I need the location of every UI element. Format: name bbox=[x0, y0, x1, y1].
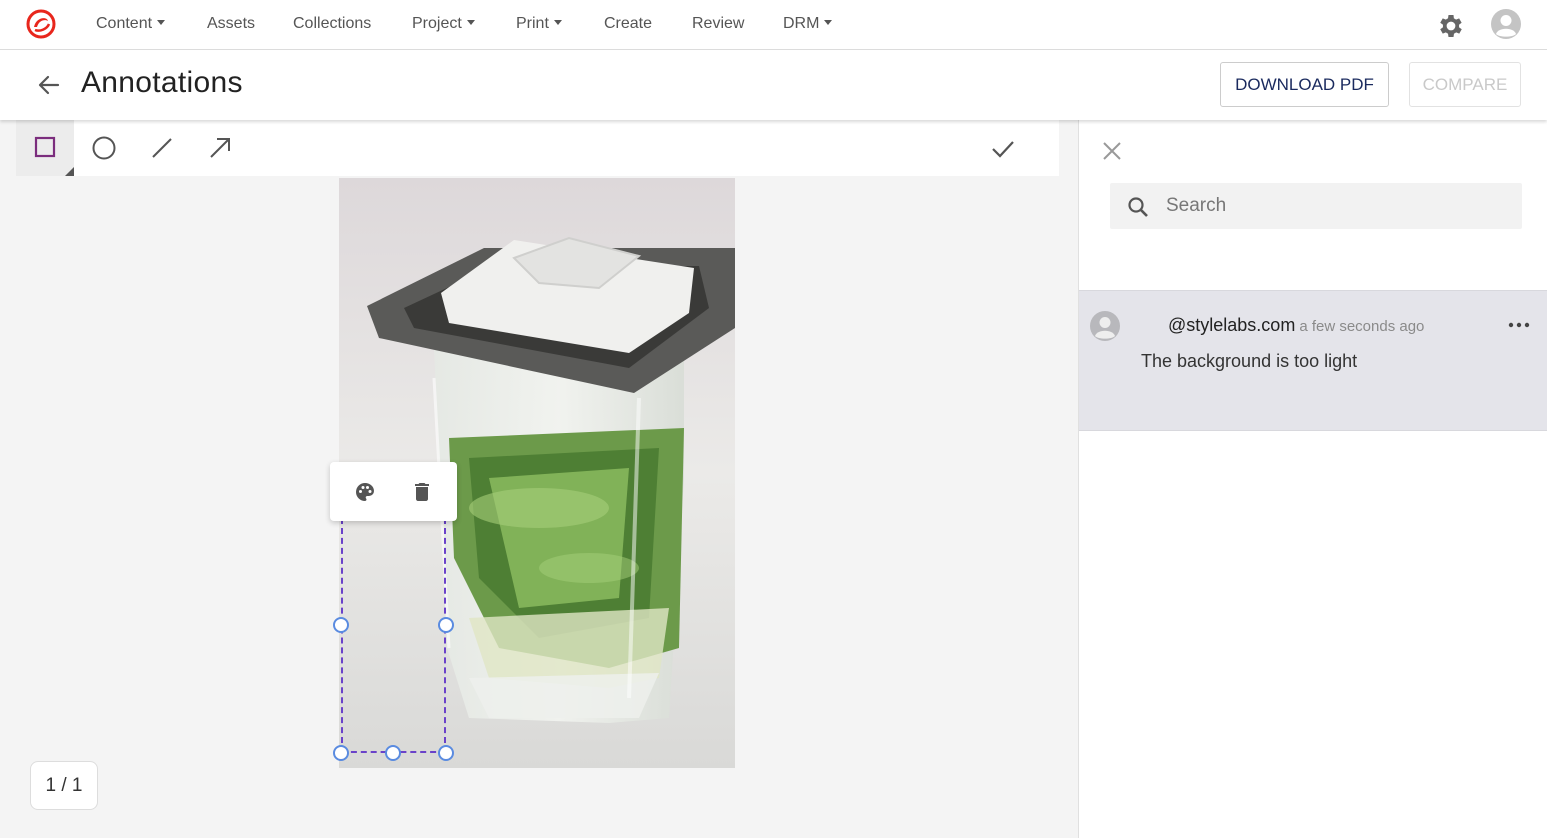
annotation-toolbar bbox=[16, 120, 1059, 176]
more-options-icon[interactable] bbox=[1507, 313, 1531, 337]
page-indicator: 1 / 1 bbox=[30, 761, 98, 810]
ellipse-icon bbox=[92, 136, 116, 160]
top-nav: Content Assets Collections Project Print… bbox=[0, 0, 1547, 50]
user-avatar-icon[interactable] bbox=[1490, 8, 1522, 40]
resize-handle-left[interactable] bbox=[333, 617, 349, 633]
nav-assets[interactable]: Assets bbox=[207, 15, 255, 33]
nav-drm-label: DRM bbox=[783, 15, 820, 32]
caret-down-icon bbox=[553, 20, 562, 26]
nav-print-label: Print bbox=[516, 15, 549, 32]
resize-handle-bottom-left[interactable] bbox=[333, 745, 349, 761]
nav-review-label: Review bbox=[692, 15, 745, 32]
comment-item[interactable]: @stylelabs.com a few seconds ago The back… bbox=[1079, 290, 1547, 431]
comment-timestamp: a few seconds ago bbox=[1299, 318, 1425, 335]
nav-content[interactable]: Content bbox=[96, 15, 166, 33]
trash-icon[interactable] bbox=[410, 480, 434, 504]
nav-assets-label: Assets bbox=[207, 15, 256, 32]
rectangle-tool[interactable] bbox=[16, 120, 74, 176]
comment-author: @stylelabs.com bbox=[1168, 315, 1296, 335]
comment-search bbox=[1110, 183, 1522, 229]
comments-panel: @stylelabs.coma few seconds ago The back… bbox=[1078, 120, 1547, 838]
back-arrow-icon[interactable] bbox=[34, 70, 64, 100]
compare-button[interactable]: COMPARE bbox=[1409, 62, 1521, 107]
line-icon bbox=[152, 138, 172, 158]
app-logo-icon[interactable] bbox=[25, 8, 57, 40]
selected-rectangle-annotation[interactable] bbox=[341, 518, 446, 753]
caret-down-icon bbox=[824, 20, 833, 26]
nav-content-label: Content bbox=[96, 15, 153, 32]
nav-create-label: Create bbox=[604, 15, 653, 32]
ellipse-tool[interactable] bbox=[74, 120, 132, 176]
search-input[interactable] bbox=[1166, 183, 1506, 229]
commenter-avatar-icon bbox=[1090, 311, 1120, 341]
nav-drm[interactable]: DRM bbox=[783, 15, 833, 33]
settings-gear-icon[interactable] bbox=[1436, 11, 1466, 41]
download-pdf-button[interactable]: DOWNLOAD PDF bbox=[1220, 62, 1389, 107]
page-title: Annotations bbox=[81, 66, 243, 99]
resize-handle-bottom[interactable] bbox=[385, 745, 401, 761]
caret-down-icon bbox=[157, 20, 166, 26]
tool-options-corner-icon bbox=[65, 167, 74, 176]
page-header: Annotations DOWNLOAD PDF COMPARE bbox=[0, 50, 1547, 120]
confirm-check-icon[interactable] bbox=[988, 134, 1018, 164]
nav-project[interactable]: Project bbox=[412, 15, 475, 33]
search-icon bbox=[1128, 197, 1148, 217]
palette-icon[interactable] bbox=[353, 480, 377, 504]
nav-print[interactable]: Print bbox=[516, 15, 562, 33]
close-icon[interactable] bbox=[1101, 140, 1123, 162]
comment-text: The background is too light bbox=[1141, 351, 1358, 371]
nav-collections[interactable]: Collections bbox=[293, 15, 371, 33]
comment-header: @stylelabs.com a few seconds ago bbox=[1168, 315, 1424, 336]
resize-handle-bottom-right[interactable] bbox=[438, 745, 454, 761]
arrow-tool[interactable] bbox=[190, 120, 248, 176]
resize-handle-right[interactable] bbox=[438, 617, 454, 633]
caret-down-icon bbox=[466, 20, 475, 26]
nav-collections-label: Collections bbox=[293, 15, 372, 32]
nav-project-label: Project bbox=[412, 15, 462, 32]
arrow-icon bbox=[210, 138, 230, 158]
rectangle-icon bbox=[34, 136, 56, 158]
line-tool[interactable] bbox=[132, 120, 190, 176]
nav-create[interactable]: Create bbox=[604, 15, 652, 33]
nav-review[interactable]: Review bbox=[692, 15, 744, 33]
annotation-context-menu bbox=[330, 462, 457, 521]
